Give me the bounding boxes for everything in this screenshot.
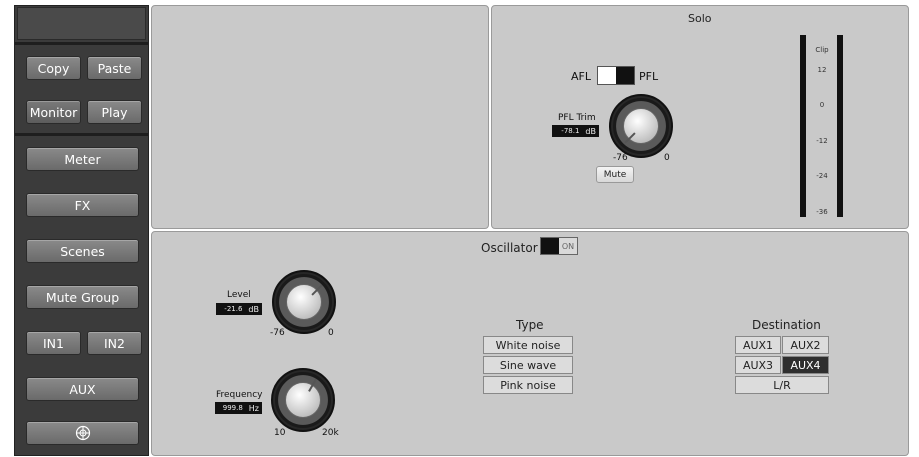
- meter-label: -24: [816, 172, 828, 180]
- pfl-trim-knob[interactable]: [609, 94, 673, 158]
- frequency-label: Frequency: [216, 390, 263, 400]
- frequency-unit: Hz: [248, 403, 259, 413]
- frequency-value: 999.8: [222, 404, 243, 412]
- divider: [15, 42, 148, 45]
- meter-label: 0: [819, 101, 825, 109]
- meter-label: 12: [817, 66, 827, 74]
- level-value: -21.6: [224, 305, 243, 313]
- oscillator-on-toggle[interactable]: ON: [540, 237, 578, 255]
- oscillator-on-label: ON: [559, 238, 577, 254]
- type-sine-wave[interactable]: Sine wave: [483, 356, 573, 374]
- oscillator-panel: Oscillator ON Level -21.6 dB -76 0 Frequ…: [151, 231, 909, 456]
- pfl-trim-max: 0: [664, 153, 670, 163]
- meter-left: [800, 35, 806, 217]
- play-button[interactable]: Play: [87, 100, 142, 124]
- frequency-max: 20k: [322, 428, 339, 438]
- pfl-trim-readout[interactable]: -78.1 dB: [552, 125, 599, 137]
- solo-panel: Solo AFL PFL PFL Trim -78.1 dB -76 0 Mut…: [491, 5, 909, 229]
- empty-panel: [151, 5, 489, 229]
- aux-button[interactable]: AUX: [26, 377, 139, 401]
- pfl-trim-unit: dB: [585, 126, 596, 136]
- paste-button[interactable]: Paste: [87, 56, 142, 80]
- afl-pfl-toggle[interactable]: [597, 66, 635, 85]
- divider: [15, 133, 148, 136]
- pfl-trim-label: PFL Trim: [558, 113, 596, 123]
- network-globe-icon: [75, 425, 90, 441]
- dest-aux2[interactable]: AUX2: [782, 336, 829, 354]
- sidebar-item-meter[interactable]: Meter: [26, 147, 139, 171]
- in2-button[interactable]: IN2: [87, 331, 142, 355]
- frequency-knob[interactable]: [271, 368, 335, 432]
- frequency-readout[interactable]: 999.8 Hz: [215, 402, 262, 414]
- copy-button[interactable]: Copy: [26, 56, 81, 80]
- network-button[interactable]: [26, 421, 139, 445]
- sidebar-item-mute-group[interactable]: Mute Group: [26, 285, 139, 309]
- level-label: Level: [227, 290, 251, 300]
- dest-lr[interactable]: L/R: [735, 376, 829, 394]
- mute-button[interactable]: Mute: [596, 166, 634, 183]
- pfl-trim-min: -76: [613, 153, 628, 163]
- oscillator-title: Oscillator: [481, 241, 538, 255]
- meter-label: -36: [816, 208, 828, 216]
- frequency-min: 10: [274, 428, 286, 438]
- monitor-button[interactable]: Monitor: [26, 100, 81, 124]
- sidebar: Copy Paste Monitor Play Meter FX Scenes …: [14, 5, 149, 456]
- sidebar-item-scenes[interactable]: Scenes: [26, 239, 139, 263]
- meter-label-clip: Clip: [815, 46, 829, 54]
- meter-label: -12: [816, 137, 828, 145]
- in1-button[interactable]: IN1: [26, 331, 81, 355]
- type-white-noise[interactable]: White noise: [483, 336, 573, 354]
- dest-aux4[interactable]: AUX4: [782, 356, 829, 374]
- meter-right: [837, 35, 843, 217]
- sidebar-header: [17, 7, 146, 40]
- destination-label: Destination: [752, 318, 821, 332]
- pfl-trim-value: -78.1: [561, 127, 580, 135]
- type-label: Type: [516, 318, 544, 332]
- sidebar-item-fx[interactable]: FX: [26, 193, 139, 217]
- type-pink-noise[interactable]: Pink noise: [483, 376, 573, 394]
- solo-title: Solo: [688, 12, 712, 25]
- afl-label: AFL: [571, 70, 591, 83]
- level-max: 0: [328, 328, 334, 338]
- pfl-label: PFL: [639, 70, 659, 83]
- level-unit: dB: [248, 304, 259, 314]
- dest-aux3[interactable]: AUX3: [735, 356, 781, 374]
- level-knob[interactable]: [272, 270, 336, 334]
- level-readout[interactable]: -21.6 dB: [216, 303, 262, 315]
- dest-aux1[interactable]: AUX1: [735, 336, 781, 354]
- level-min: -76: [270, 328, 285, 338]
